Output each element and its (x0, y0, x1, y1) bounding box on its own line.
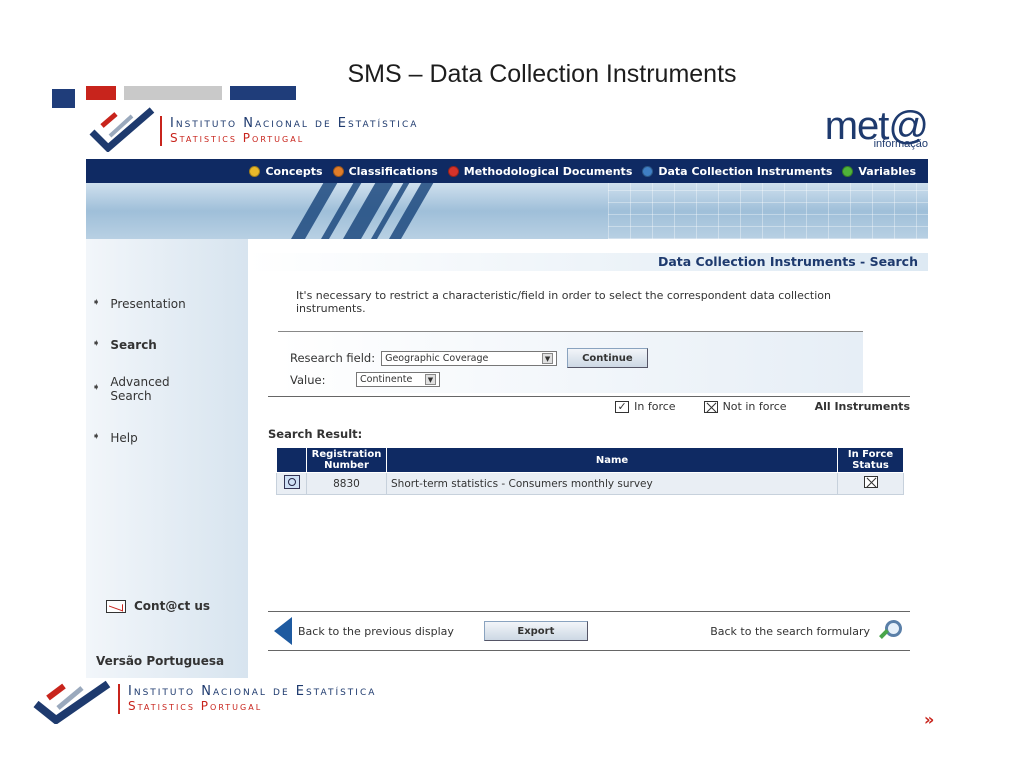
slide: SMS – Data Collection Instruments Instit… (0, 0, 1024, 768)
nav-variables[interactable]: Variables (842, 165, 916, 178)
envelope-icon (106, 599, 126, 613)
web-page: Instituto Nacional de Estatística Statis… (86, 100, 929, 680)
back-arrow-icon (274, 617, 292, 645)
search-form: Research field: Geographic Coverage ▼ Co… (278, 331, 863, 393)
bullet-icon (332, 165, 344, 177)
bullet-icon (642, 165, 654, 177)
nav-classifications[interactable]: Classifications (332, 165, 438, 178)
site-header: Instituto Nacional de Estatística Statis… (86, 100, 929, 158)
slide-title: SMS – Data Collection Instruments (347, 60, 737, 88)
sidebar-item-help[interactable]: ➧ Help (92, 431, 138, 445)
bullet-icon (842, 165, 854, 177)
filter-in-force[interactable]: ✓ In force (615, 400, 676, 413)
bullet-icon (447, 165, 459, 177)
language-link[interactable]: Versão Portuguesa (96, 654, 224, 668)
back-search-link[interactable]: Back to the search formulary (710, 618, 902, 644)
banner-stripe (282, 183, 344, 239)
sidebar-item-search[interactable]: ➧ Search (92, 338, 157, 352)
magnifier-icon (876, 618, 902, 644)
export-button[interactable]: Export (483, 621, 588, 641)
header-banner (86, 183, 928, 239)
bullet-icon (249, 165, 261, 177)
intro-text: It's necessary to restrict a characteris… (296, 289, 831, 315)
column-header-status: In Force Status (837, 447, 904, 473)
arrow-right-icon: ➧ (92, 338, 101, 349)
metainformacao-sub: informação (873, 138, 928, 150)
footer-actions: Back to the previous display Export Back… (268, 611, 910, 651)
table-header-row: Registration Number Name In Force Status (276, 447, 904, 473)
chevron-down-icon: ▼ (425, 374, 436, 385)
arrow-right-icon: ➧ (92, 431, 101, 442)
filter-not-in-force[interactable]: Not in force (703, 400, 787, 413)
instrument-name[interactable]: Short-term statistics - Consumers monthl… (386, 472, 838, 495)
research-field-row: Research field: Geographic Coverage ▼ Co… (290, 348, 648, 368)
nav-data-collection-instruments[interactable]: Data Collection Instruments (642, 165, 832, 178)
main-content: Data Collection Instruments - Search It'… (248, 239, 928, 680)
nav-concepts[interactable]: Concepts (249, 165, 323, 178)
ine-subname: Statistics Portugal (128, 699, 263, 713)
status-filter-bar: ✓ In force Not in force All Instruments (268, 396, 910, 416)
arrow-right-icon: ➧ (92, 382, 101, 393)
main-nav: Concepts Classifications Methodological … (86, 159, 928, 183)
registration-number: 8830 (306, 472, 387, 495)
checkmark-icon: ✓ (615, 400, 630, 413)
ine-wordmark: Instituto Nacional de Estatística Statis… (160, 116, 418, 146)
result-title: Search Result: (268, 427, 363, 441)
ine-logo-icon (89, 107, 155, 152)
back-previous-link[interactable]: Back to the previous display (274, 617, 454, 645)
ine-subname: Statistics Portugal (170, 131, 305, 145)
filter-all-instruments[interactable]: All Instruments (815, 400, 910, 413)
contact-link[interactable]: Cont@ct us (106, 599, 210, 613)
research-field-select[interactable]: Geographic Coverage ▼ (381, 350, 558, 366)
not-in-force-icon (863, 476, 878, 488)
results-table: Registration Number Name In Force Status… (276, 447, 904, 495)
column-header-view (276, 447, 307, 473)
column-header-name: Name (386, 447, 838, 473)
value-row: Value: Continente ▼ (290, 372, 440, 387)
banner-grid (608, 183, 928, 239)
nav-methodological-documents[interactable]: Methodological Documents (447, 165, 632, 178)
page-title: Data Collection Instruments - Search (248, 253, 928, 271)
sidebar-item-advanced-search[interactable]: ➧ Advanced Search (92, 375, 192, 403)
chevron-down-icon: ▼ (542, 352, 554, 364)
next-slide-button[interactable]: » (924, 710, 934, 729)
continue-button[interactable]: Continue (567, 348, 648, 368)
view-details-icon[interactable] (283, 475, 300, 489)
view-cell (276, 472, 307, 495)
ine-logo-icon (33, 680, 111, 724)
x-box-icon (703, 400, 718, 413)
deco-block (52, 89, 75, 108)
table-row: 8830 Short-term statistics - Consumers m… (276, 472, 904, 495)
status-cell (837, 472, 904, 495)
sidebar-item-presentation[interactable]: ➧ Presentation (92, 297, 186, 311)
value-label: Value: (290, 372, 326, 387)
ine-wordmark-footer: Instituto Nacional de Estatística Statis… (118, 684, 376, 714)
sidebar: ➧ Presentation ➧ Search ➧ Advanced Search ➧… (86, 239, 248, 680)
ine-name: Instituto Nacional de Estatística (128, 684, 377, 699)
ine-name: Instituto Nacional de Estatística (170, 116, 419, 131)
arrow-right-icon: ➧ (92, 297, 101, 308)
footer-logo: Instituto Nacional de Estatística Statis… (30, 678, 480, 726)
value-select[interactable]: Continente ▼ (356, 372, 440, 387)
research-field-label: Research field: (290, 351, 376, 365)
column-header-registration: Registration Number (306, 447, 387, 473)
